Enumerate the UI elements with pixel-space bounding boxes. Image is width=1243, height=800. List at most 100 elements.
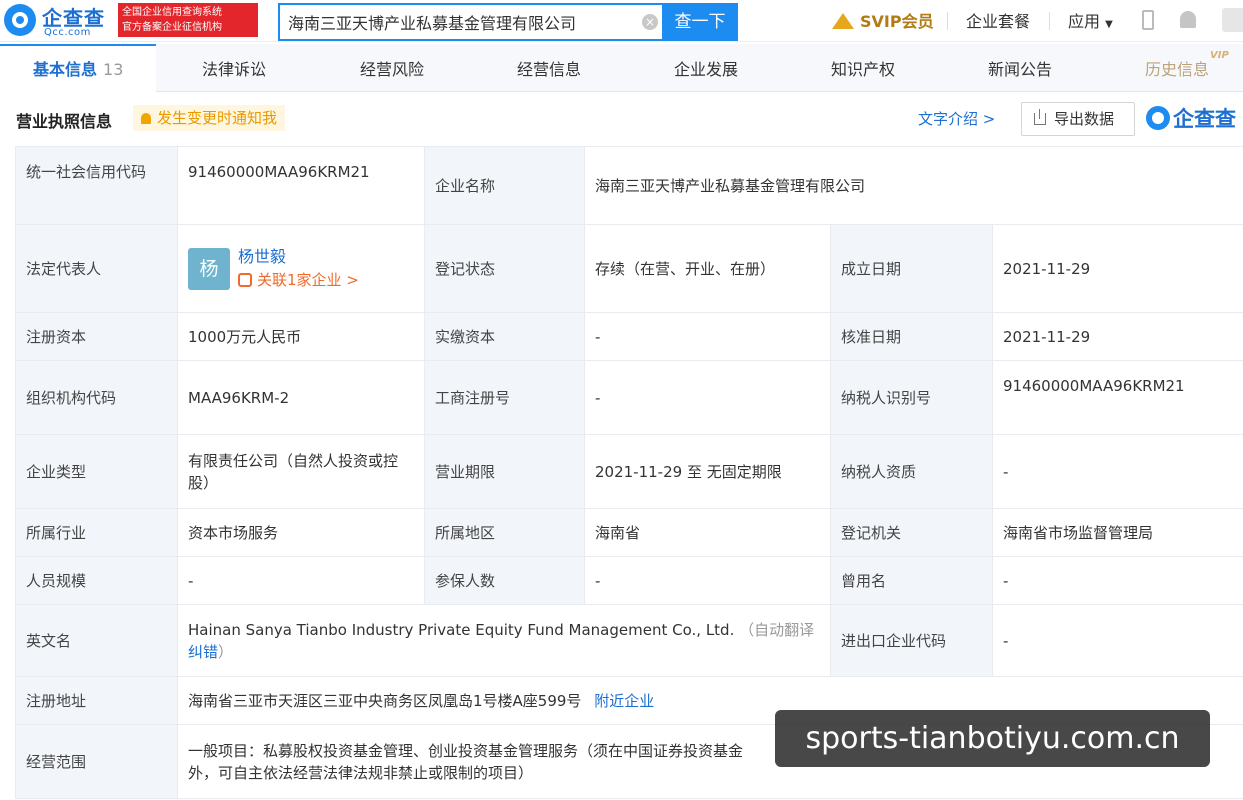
tab-ip[interactable]: 知识产权 <box>831 44 895 92</box>
tab-business-risk[interactable]: 经营风险 <box>360 44 424 92</box>
scope-label: 经营范围 <box>15 724 178 799</box>
related-companies-link[interactable]: 关联1家企业 > <box>238 268 359 292</box>
notify-label: 发生变更时通知我 <box>157 109 278 127</box>
english-name-value: Hainan Sanya Tianbo Industry Private Equ… <box>188 620 735 639</box>
auto-translate-note: （自动翻译 <box>739 620 815 639</box>
tab-news[interactable]: 新闻公告 <box>988 44 1052 92</box>
download-icon <box>1034 109 1046 125</box>
english-name-cell: Hainan Sanya Tianbo Industry Private Equ… <box>177 604 831 677</box>
established-value: 2021-11-29 <box>991 224 1243 313</box>
nearby-companies-link[interactable]: 附近企业 <box>594 692 654 710</box>
tab-legal[interactable]: 法律诉讼 <box>202 44 266 92</box>
scope-line1: 一般项目：私募股权投资基金管理、创业投资基金管理服务（须在中国证券投资基金 <box>188 741 744 760</box>
divider <box>947 12 948 30</box>
user-avatar[interactable] <box>1222 8 1243 32</box>
english-name-label: 英文名 <box>15 604 178 677</box>
section-title: 营业执照信息 <box>16 112 113 131</box>
staff-size-value: - <box>177 556 425 605</box>
paid-capital-value: - <box>584 312 831 361</box>
correct-link[interactable]: 纠错 <box>188 643 218 661</box>
legal-rep-cell: 杨 杨世毅 关联1家企业 > <box>177 224 425 313</box>
credit-code-value: 91460000MAA96KRM21 <box>177 146 425 225</box>
gov-badge-line2: 官方备案企业征信机构 <box>122 22 222 33</box>
company-type-label: 企业类型 <box>15 434 178 509</box>
table-row: 人员规模 - 参保人数 - 曾用名 - <box>15 556 1243 605</box>
authority-label: 登记机关 <box>830 508 993 557</box>
reg-status-value: 存续（在营、开业、在册） <box>584 224 831 313</box>
top-bar: 企查查 Qcc.com 全国企业信用查询系统 官方备案企业征信机构 × 查一下 … <box>0 0 1243 42</box>
biz-term-label: 营业期限 <box>424 434 585 509</box>
search-input[interactable] <box>288 5 638 39</box>
table-row: 所属行业 资本市场服务 所属地区 海南省 登记机关 海南省市场监督管理局 <box>15 508 1243 557</box>
reg-capital-value: 1000万元人民币 <box>177 312 425 361</box>
former-name-label: 曾用名 <box>830 556 993 605</box>
gov-badge-line1: 全国企业信用查询系统 <box>122 7 222 18</box>
legal-rep-name-link[interactable]: 杨世毅 <box>238 246 359 268</box>
org-code-value: MAA96KRM-2 <box>177 360 425 435</box>
vip-badge: VIP <box>1210 50 1229 61</box>
qcc-logo[interactable]: 企查查 Qcc.com <box>4 2 112 40</box>
note-close: ） <box>218 642 234 661</box>
address-label: 注册地址 <box>15 676 178 725</box>
export-data-button[interactable]: 导出数据 <box>1021 102 1135 136</box>
nav-enterprise-package[interactable]: 企业套餐 <box>966 8 1030 32</box>
insured-value: - <box>584 556 831 605</box>
import-export-label: 进出口企业代码 <box>830 604 993 677</box>
watermark-overlay: sports-tianbotiyu.com.cn <box>775 710 1210 767</box>
qcc-logo-icon <box>1146 106 1170 130</box>
bell-icon[interactable] <box>1180 11 1196 28</box>
insured-label: 参保人数 <box>424 556 585 605</box>
table-row: 英文名 Hainan Sanya Tianbo Industry Private… <box>15 604 1243 677</box>
reg-status-label: 登记状态 <box>424 224 585 313</box>
related-label: 关联1家企业 > <box>257 270 359 289</box>
import-export-value: - <box>991 604 1243 677</box>
clear-icon[interactable]: × <box>642 14 658 30</box>
taxpayer-qual-value: - <box>991 434 1243 509</box>
relation-icon <box>238 272 252 287</box>
former-name-value: - <box>991 556 1243 605</box>
company-type-value: 有限责任公司（自然人投资或控股） <box>177 434 425 509</box>
nav-apps[interactable]: 应用 ▼ <box>1068 8 1113 32</box>
credit-code-label: 统一社会信用代码 <box>15 146 178 225</box>
established-label: 成立日期 <box>830 224 993 313</box>
approved-date-label: 核准日期 <box>830 312 993 361</box>
text-intro-link[interactable]: 文字介绍 > <box>918 108 995 129</box>
gov-badge[interactable]: 全国企业信用查询系统 官方备案企业征信机构 <box>118 3 258 37</box>
biz-reg-no-label: 工商注册号 <box>424 360 585 435</box>
tab-development[interactable]: 企业发展 <box>674 44 738 92</box>
table-row: 注册资本 1000万元人民币 实缴资本 - 核准日期 2021-11-29 <box>15 312 1243 361</box>
export-label: 导出数据 <box>1054 110 1115 128</box>
svip-link[interactable]: SVIP会员 <box>832 8 934 32</box>
search-box: × <box>278 3 662 41</box>
tab-basic-info[interactable]: 基本信息 13 <box>33 44 123 92</box>
tab-label: 历史信息 <box>1145 60 1210 79</box>
biz-reg-no-value: - <box>584 360 831 435</box>
biz-term-value: 2021-11-29 至 无固定期限 <box>584 434 831 509</box>
region-label: 所属地区 <box>424 508 585 557</box>
svip-label: SVIP会员 <box>860 12 934 31</box>
taxpayer-qual-label: 纳税人资质 <box>830 434 993 509</box>
qcc-brand-mark: 企查查 <box>1146 104 1236 132</box>
address-value: 海南省三亚市天涯区三亚中央商务区凤凰岛1号楼A座599号 <box>188 691 582 710</box>
notify-button[interactable]: 发生变更时通知我 <box>133 105 286 131</box>
tab-count: 13 <box>103 60 124 79</box>
phone-icon[interactable] <box>1142 10 1154 30</box>
taxpayer-id-label: 纳税人识别号 <box>830 360 993 435</box>
search-button[interactable]: 查一下 <box>662 3 738 41</box>
tab-history[interactable]: 历史信息 VIP <box>1145 44 1229 92</box>
brand-text: 企查查 <box>1173 107 1236 131</box>
divider <box>1049 12 1050 30</box>
nav-apps-label: 应用 <box>1068 12 1101 31</box>
industry-label: 所属行业 <box>15 508 178 557</box>
taxpayer-id-value: 91460000MAA96KRM21 <box>991 360 1243 435</box>
crown-icon <box>832 11 854 29</box>
tab-business-info[interactable]: 经营信息 <box>517 44 581 92</box>
table-row: 组织机构代码 MAA96KRM-2 工商注册号 - 纳税人识别号 9146000… <box>15 360 1243 435</box>
legal-rep-avatar: 杨 <box>188 247 230 290</box>
authority-value: 海南省市场监督管理局 <box>991 508 1243 557</box>
paid-capital-label: 实缴资本 <box>424 312 585 361</box>
tab-label: 基本信息 <box>33 60 98 79</box>
reg-capital-label: 注册资本 <box>15 312 178 361</box>
company-name-value: 海南三亚天博产业私募基金管理有限公司 <box>583 146 1243 225</box>
table-row: 企业类型 有限责任公司（自然人投资或控股） 营业期限 2021-11-29 至 … <box>15 434 1243 509</box>
